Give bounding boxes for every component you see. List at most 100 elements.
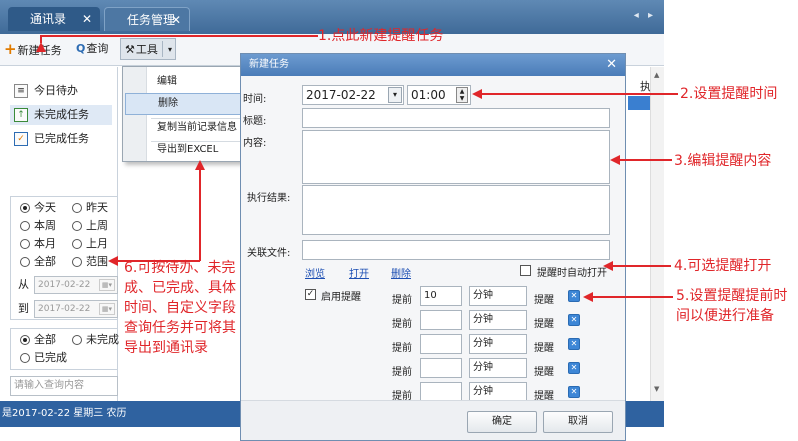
tab-task-management-label: 任务管理 xyxy=(127,13,176,27)
from-date-value: 2017-02-22 xyxy=(38,280,91,290)
vertical-scrollbar[interactable]: ▲ ▼ xyxy=(650,67,664,401)
to-date-field[interactable]: 2017-02-22 ▦▾ xyxy=(34,300,118,318)
close-icon[interactable]: ✕ xyxy=(171,8,181,32)
annotation-4: 4.可选提醒打开 xyxy=(674,258,772,274)
sidebar-item-unfinished[interactable]: ↑ 未完成任务 xyxy=(10,105,112,125)
annotation-4-line xyxy=(613,265,671,267)
query-button[interactable]: Q查询 xyxy=(76,38,108,60)
from-date-field[interactable]: 2017-02-22 ▦▾ xyxy=(34,276,118,294)
content-label: 内容: xyxy=(243,138,267,149)
screenshot-root: 通讯录 ✕ 任务管理 ✕ ◂ ▸ +新建任务 Q查询 ⚒工具 ▾ ≡ 今日待办 … xyxy=(0,0,798,441)
radio-status-all[interactable]: 全部 xyxy=(20,332,56,348)
reminder-value-input[interactable] xyxy=(420,334,462,354)
dialog-title-bar[interactable]: 新建任务 ✕ xyxy=(241,54,625,76)
reminder-value-input[interactable] xyxy=(420,358,462,378)
reminder-suffix-label: 提醒 xyxy=(534,343,554,354)
radio-this-month[interactable]: 本月 xyxy=(20,236,56,252)
tab-contacts[interactable]: 通讯录 ✕ xyxy=(8,7,100,31)
delete-reminder-icon[interactable]: ✕ xyxy=(568,386,580,398)
delete-reminder-icon[interactable]: ✕ xyxy=(568,290,580,302)
cancel-button[interactable]: 取消 xyxy=(543,411,613,433)
reminder-unit-select[interactable]: 分钟 xyxy=(469,310,527,330)
new-task-button[interactable]: +新建任务 xyxy=(4,38,62,60)
tools-button[interactable]: ⚒工具 ▾ xyxy=(120,38,176,60)
radio-dot xyxy=(72,221,82,231)
annotation-arrow-icon xyxy=(603,261,613,271)
browse-link[interactable]: 浏览 xyxy=(305,265,325,280)
hammer-icon: ⚒ xyxy=(125,43,135,56)
search-input[interactable]: 请输入查询内容 xyxy=(10,376,118,396)
delete-link[interactable]: 删除 xyxy=(391,265,411,280)
tab-contacts-label: 通讯录 xyxy=(30,12,67,26)
subject-label: 标题: xyxy=(243,116,267,127)
tab-scroll-arrows-icon[interactable]: ◂ ▸ xyxy=(634,10,656,21)
to-label: 到 xyxy=(18,302,29,315)
radio-label: 范围 xyxy=(86,255,108,268)
reminder-value-input[interactable]: 10 xyxy=(420,286,462,306)
reminder-suffix-label: 提醒 xyxy=(534,367,554,378)
delete-reminder-icon[interactable]: ✕ xyxy=(568,362,580,374)
calendar-icon[interactable]: ▦▾ xyxy=(99,303,115,315)
reminder-value-input[interactable] xyxy=(420,310,462,330)
radio-range[interactable]: 范围 xyxy=(72,254,108,270)
open-link[interactable]: 打开 xyxy=(349,265,369,280)
reminder-unit-select[interactable]: 分钟 xyxy=(469,286,527,306)
reminder-unit-select[interactable]: 分钟 xyxy=(469,334,527,354)
auto-open-checkbox[interactable] xyxy=(520,265,531,276)
chevron-down-icon[interactable]: ▾ xyxy=(168,39,172,61)
file-input[interactable] xyxy=(302,240,610,260)
radio-yesterday[interactable]: 昨天 xyxy=(72,200,108,216)
reminder-value: 10 xyxy=(424,290,437,301)
radio-dot xyxy=(20,203,30,213)
radio-status-unfinished[interactable]: 未完成 xyxy=(72,332,119,348)
status-bar-date: 是2017-02-22 星期三 农历 xyxy=(2,408,127,419)
sidebar-item-finished[interactable]: ✓ 已完成任务 xyxy=(14,129,116,149)
reminder-unit-select[interactable]: 分钟 xyxy=(469,358,527,378)
radio-label: 已完成 xyxy=(34,351,67,364)
radio-today[interactable]: 今天 xyxy=(20,200,56,216)
chevron-down-icon[interactable]: ▾ xyxy=(388,87,402,103)
delete-reminder-icon[interactable]: ✕ xyxy=(568,338,580,350)
delete-reminder-icon[interactable]: ✕ xyxy=(568,314,580,326)
reminder-unit-select[interactable]: 分钟 xyxy=(469,382,527,402)
result-textarea[interactable] xyxy=(302,185,610,235)
menu-item-label: 复制当前记录信息 xyxy=(157,122,237,133)
annotation-arrow-icon xyxy=(36,42,46,52)
annotation-arrow-icon xyxy=(610,155,620,165)
annotation-arrow-icon xyxy=(472,89,482,99)
scroll-down-icon[interactable]: ▼ xyxy=(654,385,659,393)
to-date-value: 2017-02-22 xyxy=(38,304,91,314)
reminder-time-value: 01:00 xyxy=(411,88,446,102)
calendar-icon[interactable]: ▦▾ xyxy=(99,279,115,291)
radio-all-dates[interactable]: 全部 xyxy=(20,254,56,270)
auto-open-label: 提醒时自动打开 xyxy=(537,268,607,279)
radio-dot xyxy=(72,335,82,345)
radio-label: 本周 xyxy=(34,219,56,232)
dialog-footer: 确定 取消 xyxy=(241,400,625,440)
radio-this-week[interactable]: 本周 xyxy=(20,218,56,234)
sidebar-item-label: 今日待办 xyxy=(34,84,78,97)
time-spinner-icon[interactable]: ▲ ▼ xyxy=(456,87,468,103)
radio-last-month[interactable]: 上月 xyxy=(72,236,108,252)
close-icon[interactable]: ✕ xyxy=(606,54,617,76)
scroll-up-icon[interactable]: ▲ xyxy=(654,71,659,79)
result-label: 执行结果: xyxy=(247,193,291,204)
subject-input[interactable] xyxy=(302,108,610,128)
enable-reminder-checkbox[interactable]: ✓ xyxy=(305,289,316,300)
annotation-1-line xyxy=(40,35,318,37)
radio-status-finished[interactable]: 已完成 xyxy=(20,350,67,366)
reminder-value-input[interactable] xyxy=(420,382,462,402)
ok-button[interactable]: 确定 xyxy=(467,411,537,433)
annotation-arrow-icon xyxy=(108,256,118,266)
radio-dot xyxy=(20,239,30,249)
task-done-icon: ✓ xyxy=(14,132,28,146)
tab-task-management[interactable]: 任务管理 ✕ xyxy=(104,7,190,31)
sidebar-item-today[interactable]: ≡ 今日待办 xyxy=(14,81,116,101)
radio-last-week[interactable]: 上周 xyxy=(72,218,108,234)
annotation-3: 3.编辑提醒内容 xyxy=(674,153,772,169)
radio-label: 昨天 xyxy=(86,201,108,214)
close-icon[interactable]: ✕ xyxy=(82,7,92,31)
radio-dot xyxy=(72,203,82,213)
content-textarea[interactable] xyxy=(302,130,610,184)
radio-dot xyxy=(72,257,82,267)
